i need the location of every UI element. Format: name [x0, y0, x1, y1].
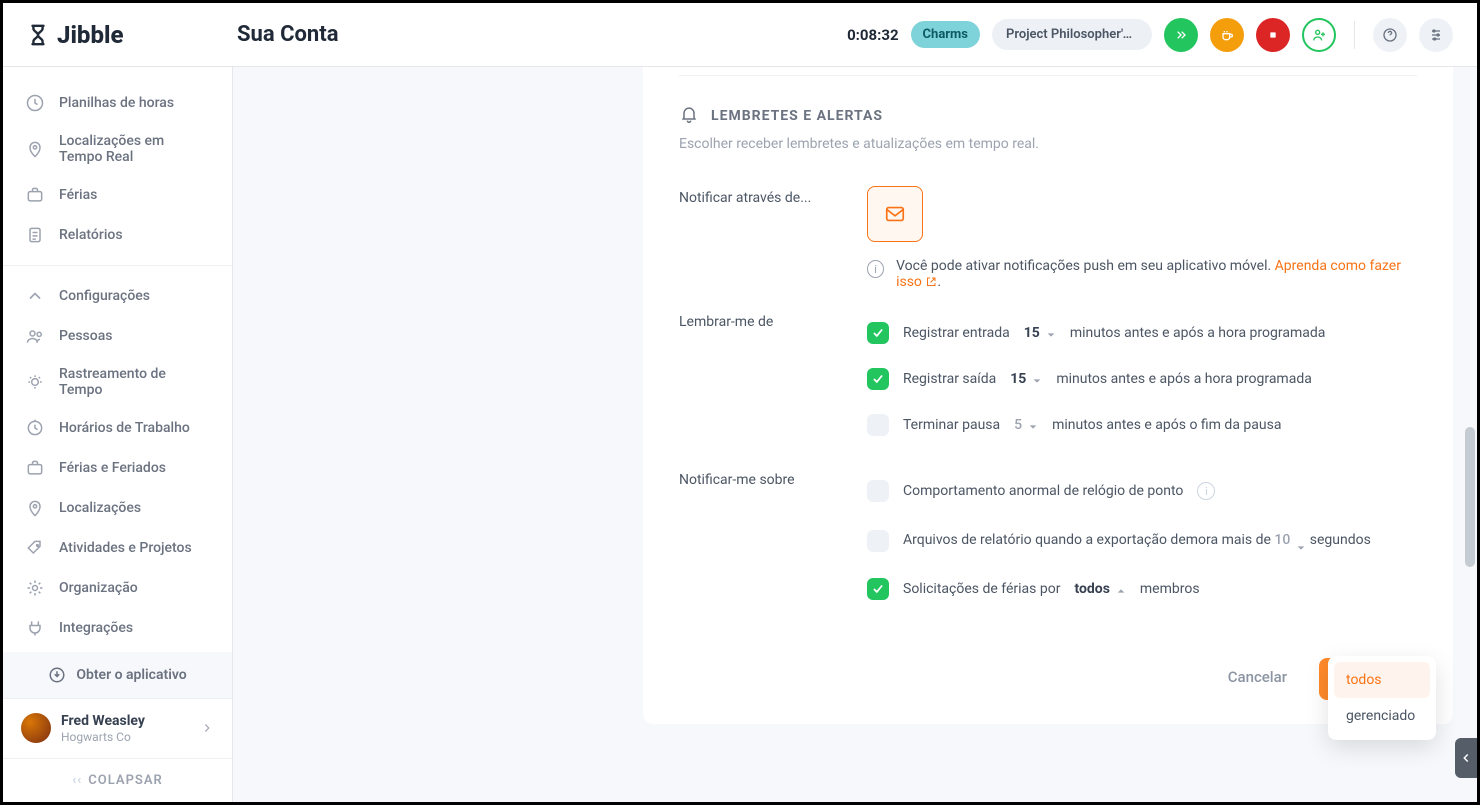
pin-icon [25, 139, 45, 159]
chevron-right-icon [200, 721, 214, 735]
checkbox-abnormal[interactable] [867, 480, 889, 502]
end-break-minutes-dropdown[interactable]: 5 [1014, 417, 1038, 433]
main-scrollbar-thumb[interactable] [1465, 427, 1475, 567]
team-button[interactable] [1302, 18, 1336, 52]
stop-icon [1265, 27, 1281, 43]
header-divider [1354, 21, 1355, 49]
sidebar-item-work-schedules[interactable]: Horários de Trabalho [3, 408, 232, 448]
checkbox-vacation[interactable] [867, 578, 889, 600]
checkbox-report-files[interactable] [867, 530, 889, 552]
notify-via-label: Notificar através de... [679, 186, 867, 290]
tag-icon [25, 538, 45, 558]
checkbox-clock-out[interactable] [867, 368, 889, 390]
sidebar: Planilhas de horas Localizações em Tempo… [3, 67, 233, 802]
card-top-divider [679, 75, 1417, 76]
page-title: Sua Conta [237, 22, 338, 47]
location-icon [25, 498, 45, 518]
sliders-icon [1428, 27, 1444, 43]
sidebar-item-people[interactable]: Pessoas [3, 316, 232, 356]
cancel-button[interactable]: Cancelar [1214, 658, 1301, 700]
sidebar-item-locations[interactable]: Localizações [3, 488, 232, 528]
checkbox-end-break[interactable] [867, 414, 889, 436]
reminder-clock-out: Registrar saída 15 minutos antes e após … [867, 356, 1417, 402]
activity-chip[interactable]: Charms [911, 21, 980, 48]
notify-report-files: Arquivos de relatório quando a exportaçã… [867, 514, 1417, 566]
sidebar-item-holidays[interactable]: Férias e Feriados [3, 448, 232, 488]
briefcase-icon [25, 185, 45, 205]
brand-logo[interactable]: Jibble [27, 21, 237, 49]
avatar [21, 713, 51, 743]
clipboard-icon [25, 225, 45, 245]
sidebar-item-integrations[interactable]: Integrações [3, 608, 232, 648]
stop-button[interactable] [1256, 18, 1290, 52]
user-org: Hogwarts Co [61, 730, 190, 744]
main-scrollbar-track[interactable] [1461, 67, 1477, 802]
checkbox-clock-in[interactable] [867, 322, 889, 344]
coffee-icon [1219, 27, 1235, 43]
sidebar-item-settings-group[interactable]: Configurações [3, 276, 232, 316]
arrows-icon [1173, 27, 1189, 43]
project-chip[interactable]: Project Philosopher's S... [992, 19, 1152, 50]
section-subtitle: Escolher receber lembretes e atualizaçõe… [679, 136, 1417, 152]
schedule-icon [25, 418, 45, 438]
sidebar-item-reports[interactable]: Relatórios [3, 215, 232, 255]
settings-card: LEMBRETES E ALERTAS Escolher receber lem… [643, 67, 1453, 724]
gear-icon [25, 578, 45, 598]
plug-icon [25, 618, 45, 638]
settings-button[interactable] [1419, 18, 1453, 52]
report-seconds-dropdown[interactable]: 10 [1274, 526, 1306, 554]
remind-me-label: Lembrar-me de [679, 310, 867, 448]
notify-vacation-requests: Solicitações de férias por todos membros [867, 566, 1417, 612]
download-icon [48, 666, 66, 684]
vacation-scope-dropdown-menu[interactable]: todos gerenciado [1328, 656, 1436, 740]
collapse-sidebar-button[interactable]: ‹‹COLAPSAR [3, 758, 232, 802]
info-icon[interactable]: i [1197, 482, 1215, 500]
tracking-icon [25, 372, 45, 392]
bell-icon [679, 104, 699, 124]
main-content: LEMBRETES E ALERTAS Escolher receber lem… [233, 67, 1477, 802]
brand-text: Jibble [57, 21, 123, 49]
user-account-row[interactable]: Fred Weasley Hogwarts Co [3, 698, 232, 758]
notify-abnormal: Comportamento anormal de relógio de pont… [867, 468, 1417, 514]
hourglass-icon [27, 24, 49, 46]
sidebar-item-timesheets[interactable]: Planilhas de horas [3, 83, 232, 123]
email-channel-button[interactable] [867, 186, 923, 242]
user-name: Fred Weasley [61, 713, 190, 730]
help-icon [1382, 27, 1398, 43]
get-app-button[interactable]: Obter o aplicativo [3, 652, 232, 698]
chevron-left-icon [1459, 751, 1473, 765]
sidebar-item-realtime-locations[interactable]: Localizações em Tempo Real [3, 123, 232, 175]
reminder-end-break: Terminar pausa 5 minutos antes e após o … [867, 402, 1417, 448]
dropdown-option-managed[interactable]: gerenciado [1334, 698, 1430, 734]
right-panel-collapse-tab[interactable] [1455, 738, 1477, 778]
play-button[interactable] [1164, 18, 1198, 52]
clock-icon [25, 93, 45, 113]
external-link-icon [925, 276, 937, 288]
clock-out-minutes-dropdown[interactable]: 15 [1010, 371, 1042, 387]
sidebar-item-activities-projects[interactable]: Atividades e Projetos [3, 528, 232, 568]
dropdown-option-all[interactable]: todos [1334, 662, 1430, 698]
notify-about-label: Notificar-me sobre [679, 468, 867, 612]
info-icon: i [867, 260, 884, 278]
clock-in-minutes-dropdown[interactable]: 15 [1024, 325, 1056, 341]
reminder-clock-in: Registrar entrada 15 minutos antes e apó… [867, 310, 1417, 356]
mail-icon [881, 203, 909, 225]
push-info-row: i Você pode ativar notificações push em … [867, 258, 1417, 290]
sidebar-item-time-tracking[interactable]: Rastreamento de Tempo [3, 356, 232, 408]
people-icon [25, 326, 45, 346]
timer-value: 0:08:32 [847, 26, 898, 44]
vacation-scope-dropdown[interactable]: todos [1074, 581, 1125, 597]
section-title: LEMBRETES E ALERTAS [679, 104, 1417, 128]
break-button[interactable] [1210, 18, 1244, 52]
user-add-icon [1311, 27, 1327, 43]
help-button[interactable] [1373, 18, 1407, 52]
holiday-icon [25, 458, 45, 478]
chevron-up-icon [25, 286, 45, 306]
sidebar-item-organization[interactable]: Organização [3, 568, 232, 608]
sidebar-item-vacation[interactable]: Férias [3, 175, 232, 215]
sidebar-divider [3, 265, 232, 266]
